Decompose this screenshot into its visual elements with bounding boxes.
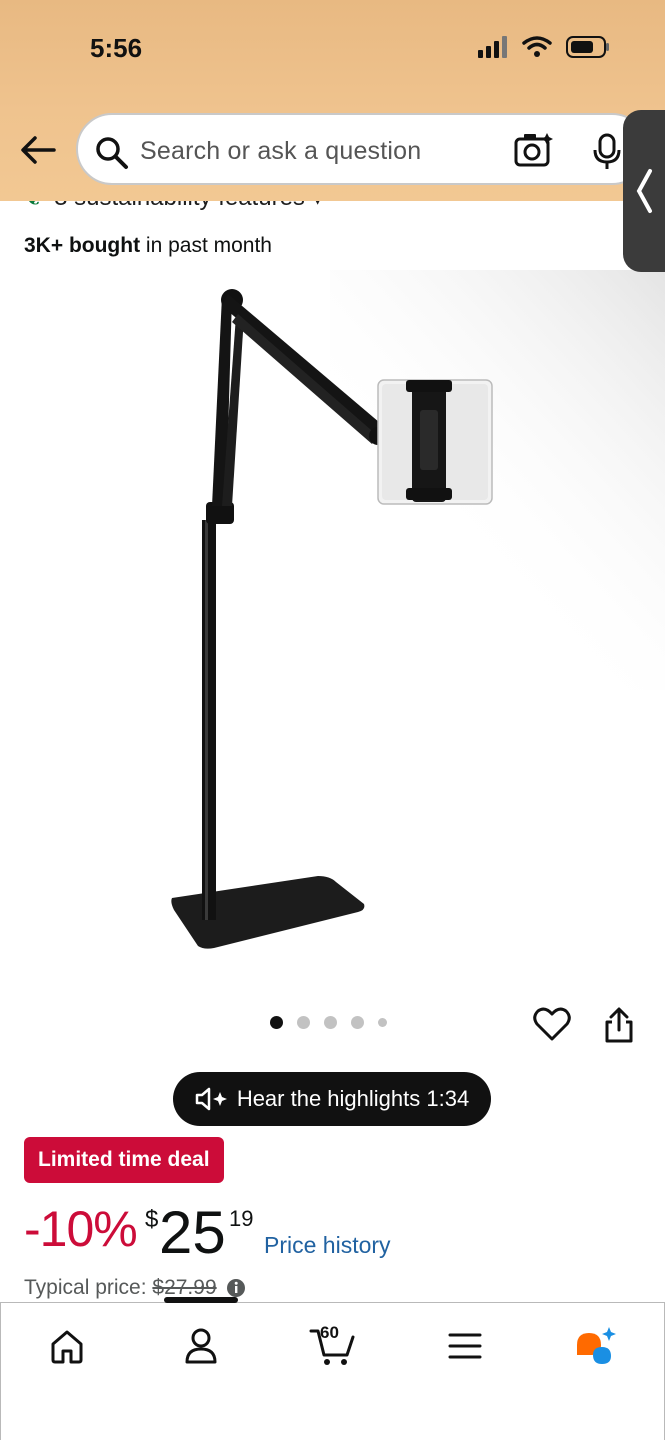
share-icon[interactable] <box>601 1006 637 1044</box>
menu-icon <box>448 1333 482 1359</box>
carousel-dot[interactable] <box>324 1016 337 1029</box>
price-fraction: 19 <box>229 1206 254 1231</box>
limited-deal-badge: Limited time deal <box>24 1137 224 1183</box>
price-currency: $ <box>145 1206 159 1233</box>
microphone-icon[interactable] <box>592 133 622 171</box>
speaker-sparkle-icon <box>195 1087 227 1111</box>
cart-count: 60 <box>320 1323 339 1342</box>
carousel-dot[interactable] <box>297 1016 310 1029</box>
nav-account[interactable] <box>171 1321 231 1371</box>
rufus-assistant-icon <box>577 1327 616 1364</box>
heart-icon[interactable] <box>533 1006 571 1042</box>
hear-highlights-button[interactable]: Hear the highlights 1:34 <box>173 1072 491 1126</box>
hear-highlights-label: Hear the highlights 1:34 <box>236 1086 470 1111</box>
nav-menu[interactable] <box>435 1321 495 1371</box>
price-whole: 25 <box>159 1199 226 1266</box>
discount-percent: -10% <box>24 1201 138 1257</box>
status-time: 5:56 <box>90 33 143 63</box>
wifi-icon <box>522 36 552 57</box>
product-image[interactable] <box>0 270 665 990</box>
camera-search-icon[interactable] <box>514 131 554 169</box>
nav-home[interactable] <box>37 1321 97 1371</box>
status-icons <box>478 36 610 58</box>
back-arrow-icon <box>21 136 56 164</box>
carousel-dot[interactable] <box>351 1016 364 1029</box>
signal-icon <box>478 36 507 58</box>
user-icon <box>185 1328 217 1364</box>
carousel-dot[interactable] <box>378 1018 387 1027</box>
image-carousel-dots[interactable] <box>270 1016 387 1029</box>
nav-active-indicator <box>164 1297 238 1303</box>
price-history-link[interactable]: Price history <box>264 1232 391 1259</box>
carousel-dot[interactable] <box>270 1016 283 1029</box>
info-icon[interactable] <box>226 1278 246 1298</box>
search-input[interactable]: Search or ask a question <box>140 137 421 166</box>
nav-rufus[interactable] <box>565 1321 625 1371</box>
typical-price-value: $27.99 <box>152 1276 217 1299</box>
back-button[interactable] <box>18 130 58 170</box>
top-header: 5:56 Search or ask a question <box>0 0 665 201</box>
search-bar[interactable]: Search or ask a question <box>76 113 648 185</box>
chevron-left-icon <box>636 169 652 213</box>
bought-count: 3K+ bought in past month <box>24 234 272 257</box>
bottom-navigation: 60 <box>0 1297 665 1440</box>
nav-cart[interactable]: 60 <box>303 1321 363 1371</box>
search-icon <box>96 137 128 169</box>
home-icon <box>51 1330 83 1364</box>
battery-icon <box>566 36 609 58</box>
side-panel-tab[interactable] <box>623 110 665 272</box>
